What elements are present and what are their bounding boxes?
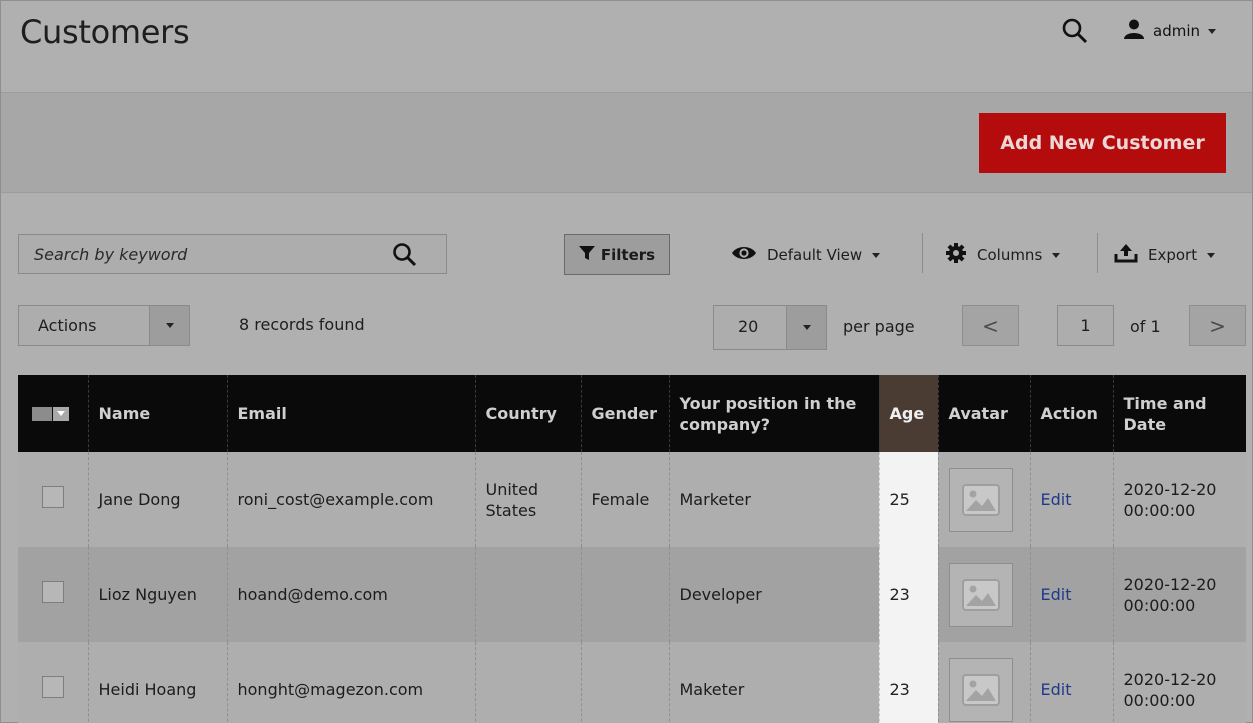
- name-cell: Jane Dong: [87, 452, 227, 547]
- row-select-cell: [18, 452, 88, 547]
- position-cell: Maketer: [668, 642, 879, 723]
- chevron-down-icon: [53, 406, 69, 421]
- keyword-search: [18, 234, 447, 274]
- admin-username: admin: [1153, 22, 1200, 40]
- next-page-button[interactable]: >: [1189, 305, 1246, 346]
- export-label: Export: [1148, 246, 1198, 264]
- mass-select-checkbox[interactable]: [32, 406, 78, 421]
- records-count: 8 records found: [239, 315, 365, 334]
- gear-icon: [945, 242, 967, 268]
- gender-cell: [580, 547, 669, 642]
- avatar-cell: [937, 452, 1030, 547]
- column-header-name[interactable]: Name: [87, 375, 227, 452]
- chevron-down-icon: [786, 306, 826, 349]
- search-input[interactable]: [19, 235, 379, 273]
- image-placeholder-icon: [948, 467, 1013, 532]
- grid-header-row: Name Email Country Gender Your position …: [18, 375, 1246, 452]
- age-cell: 23: [878, 547, 938, 642]
- avatar-cell: [937, 642, 1030, 723]
- row-checkbox[interactable]: [42, 581, 64, 603]
- table-row: Lioz Nguyen hoand@demo.com Developer 23 …: [18, 547, 1246, 642]
- chevron-down-icon: [1208, 28, 1216, 34]
- per-page-value: 20: [738, 317, 759, 336]
- edit-link[interactable]: Edit: [1041, 490, 1072, 509]
- image-placeholder-icon: [948, 562, 1013, 627]
- default-view-dropdown[interactable]: Default View: [731, 241, 881, 269]
- eye-icon: [731, 244, 757, 266]
- gender-cell: [580, 642, 669, 723]
- column-header-age[interactable]: Age: [878, 375, 938, 452]
- per-page-label: per page: [843, 317, 915, 336]
- row-checkbox[interactable]: [42, 486, 64, 508]
- chevron-down-icon: [1052, 252, 1061, 258]
- name-cell: Heidi Hoang: [87, 642, 227, 723]
- per-page-select[interactable]: 20: [713, 305, 827, 350]
- filter-icon: [578, 245, 595, 265]
- column-header-email[interactable]: Email: [226, 375, 475, 452]
- toolbar-divider: [1097, 233, 1098, 273]
- current-page-input[interactable]: [1057, 305, 1114, 346]
- filters-label: Filters: [600, 245, 656, 264]
- chevron-down-icon: [872, 252, 881, 258]
- edit-link[interactable]: Edit: [1041, 680, 1072, 699]
- default-view-label: Default View: [767, 246, 863, 264]
- table-row: Jane Dong roni_cost@example.com United S…: [18, 452, 1246, 547]
- image-placeholder-icon: [948, 657, 1013, 722]
- email-cell: honght@magezon.com: [226, 642, 475, 723]
- row-select-cell: [18, 547, 88, 642]
- column-header-time-and-date[interactable]: Time and Date: [1112, 375, 1246, 452]
- email-cell: hoand@demo.com: [226, 547, 475, 642]
- user-icon: [1123, 18, 1145, 44]
- age-cell: 25: [878, 452, 938, 547]
- column-header-action: Action: [1029, 375, 1113, 452]
- mass-actions-dropdown[interactable]: Actions: [18, 305, 190, 346]
- datetime-cell: 2020-12-20 00:00:00: [1112, 547, 1246, 642]
- position-cell: Developer: [668, 547, 879, 642]
- filters-button[interactable]: Filters: [564, 234, 670, 275]
- search-icon[interactable]: [392, 242, 418, 268]
- mass-select-header[interactable]: [18, 375, 88, 452]
- action-cell: Edit: [1029, 452, 1113, 547]
- row-checkbox[interactable]: [42, 676, 64, 698]
- toolbar-divider: [922, 233, 923, 273]
- column-header-avatar[interactable]: Avatar: [937, 375, 1030, 452]
- previous-page-button[interactable]: <: [962, 305, 1019, 346]
- page-title: Customers: [20, 13, 190, 51]
- action-cell: Edit: [1029, 642, 1113, 723]
- action-cell: Edit: [1029, 547, 1113, 642]
- name-cell: Lioz Nguyen: [87, 547, 227, 642]
- chevron-down-icon: [149, 306, 189, 345]
- email-cell: roni_cost@example.com: [226, 452, 475, 547]
- customers-grid: Name Email Country Gender Your position …: [18, 375, 1246, 723]
- export-icon: [1114, 243, 1138, 267]
- age-cell: 23: [878, 642, 938, 723]
- export-dropdown[interactable]: Export: [1114, 241, 1216, 269]
- avatar-cell: [937, 547, 1030, 642]
- total-pages-label: of 1: [1130, 317, 1161, 336]
- country-cell: [474, 547, 581, 642]
- mass-actions-label: Actions: [38, 316, 97, 335]
- admin-user-menu[interactable]: admin: [1123, 16, 1216, 46]
- position-cell: Marketer: [668, 452, 879, 547]
- column-header-gender[interactable]: Gender: [580, 375, 669, 452]
- datetime-cell: 2020-12-20 00:00:00: [1112, 642, 1246, 723]
- columns-label: Columns: [977, 246, 1043, 264]
- datetime-cell: 2020-12-20 00:00:00: [1112, 452, 1246, 547]
- columns-dropdown[interactable]: Columns: [945, 241, 1061, 269]
- column-header-position[interactable]: Your position in the company?: [668, 375, 879, 452]
- row-select-cell: [18, 642, 88, 723]
- edit-link[interactable]: Edit: [1041, 585, 1072, 604]
- global-search-icon[interactable]: [1061, 17, 1089, 45]
- gender-cell: Female: [580, 452, 669, 547]
- country-cell: United States: [474, 452, 581, 547]
- column-header-country[interactable]: Country: [474, 375, 581, 452]
- chevron-down-icon: [1207, 252, 1216, 258]
- add-new-customer-button[interactable]: Add New Customer: [979, 113, 1226, 173]
- country-cell: [474, 642, 581, 723]
- table-row: Heidi Hoang honght@magezon.com Maketer 2…: [18, 642, 1246, 723]
